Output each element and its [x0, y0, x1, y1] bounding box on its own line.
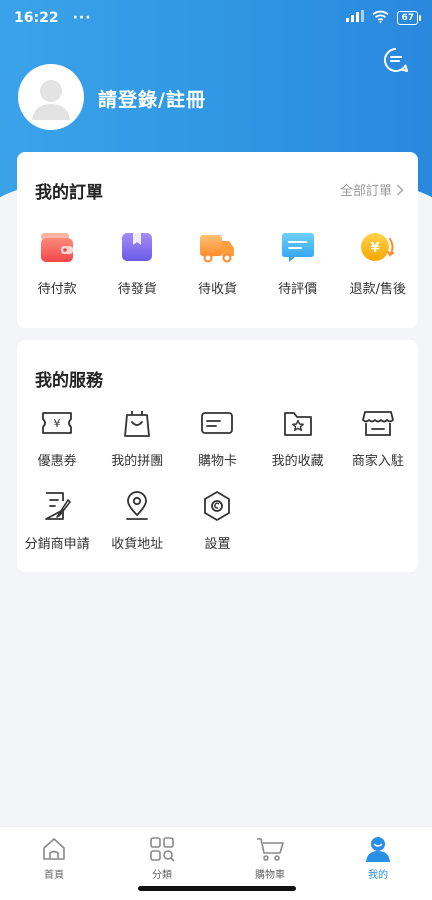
location-pin-icon [120, 489, 154, 523]
card-icon [200, 406, 234, 440]
service-distributor-apply[interactable]: 分銷商申請 [17, 489, 97, 552]
service-merchant-join[interactable]: 商家入駐 [338, 406, 418, 469]
user-placeholder-icon [32, 80, 70, 120]
tab-label: 分類 [152, 870, 172, 881]
category-icon [148, 835, 176, 863]
service-label: 我的收藏 [271, 454, 324, 469]
order-label: 退款/售後 [349, 282, 407, 297]
comment-icon [279, 228, 317, 266]
service-group-buy[interactable]: 我的拼團 [97, 406, 177, 469]
status-bar: 16:22 ··· 67 [0, 0, 432, 36]
truck-icon [198, 228, 236, 266]
coupon-icon: ¥ [40, 406, 74, 440]
battery-icon: 67 [397, 11, 421, 25]
wallet-icon [38, 228, 76, 266]
message-icon [384, 47, 408, 72]
service-label: 購物卡 [197, 454, 237, 469]
star-folder-icon [281, 406, 315, 440]
services-title: 我的服務 [35, 371, 103, 391]
tab-label: 首頁 [44, 870, 64, 881]
login-register-link[interactable]: 請登錄/註冊 [98, 85, 206, 112]
tab-home[interactable]: 首頁 [0, 827, 108, 900]
home-indicator[interactable] [138, 886, 296, 891]
service-settings[interactable]: 設置 [177, 489, 257, 552]
services-card: 我的服務 ¥ 優惠券 我的拼團 購物卡 我的收藏 商家入駐 分銷商申請 收貨地址… [17, 340, 418, 572]
shopping-bag-icon [120, 406, 154, 440]
order-label: 待發貨 [117, 282, 157, 297]
order-refund[interactable]: ¥ 退款/售後 [338, 228, 418, 297]
application-form-icon [40, 489, 74, 523]
service-address[interactable]: 收貨地址 [97, 489, 177, 552]
chevron-right-icon [396, 183, 404, 196]
tab-label: 我的 [368, 870, 388, 881]
service-favorites[interactable]: 我的收藏 [258, 406, 338, 469]
service-label: 商家入駐 [351, 454, 404, 469]
profile-icon [364, 835, 392, 863]
service-coupon[interactable]: ¥ 優惠券 [17, 406, 97, 469]
service-label: 收貨地址 [111, 537, 164, 552]
refund-coin-icon: ¥ [359, 228, 397, 266]
orders-title: 我的訂單 [35, 183, 103, 203]
order-label: 待收貨 [197, 282, 237, 297]
order-pending-review[interactable]: 待評價 [258, 228, 338, 297]
message-button[interactable] [380, 44, 412, 76]
order-label: 待付款 [37, 282, 77, 297]
service-label: 分銷商申請 [24, 537, 90, 552]
tab-profile[interactable]: 我的 [324, 827, 432, 900]
store-icon [361, 406, 395, 440]
status-dots: ··· [72, 10, 92, 26]
order-pending-shipment[interactable]: 待發貨 [97, 228, 177, 297]
svg-text:¥: ¥ [370, 241, 379, 256]
package-icon [118, 228, 156, 266]
service-gift-card[interactable]: 購物卡 [177, 406, 257, 469]
svg-text:¥: ¥ [54, 417, 61, 430]
service-label: 優惠券 [37, 454, 77, 469]
status-time: 16:22 [14, 10, 59, 26]
all-orders-label: 全部訂單 [339, 184, 392, 199]
tab-label: 購物車 [255, 870, 285, 881]
all-orders-link[interactable]: 全部訂單 [340, 180, 404, 199]
wifi-icon [372, 10, 390, 27]
orders-card: 我的訂單 全部訂單 待付款 待發貨 待收貨 待評價 ¥ 退款/售後 [17, 152, 418, 328]
home-icon [40, 835, 68, 863]
settings-icon [200, 489, 234, 523]
order-label: 待評價 [278, 282, 318, 297]
cart-icon [256, 835, 284, 863]
service-label: 我的拼團 [111, 454, 164, 469]
service-label: 設置 [204, 537, 231, 552]
signal-icon [346, 10, 365, 26]
order-pending-payment[interactable]: 待付款 [17, 228, 97, 297]
avatar[interactable] [18, 64, 84, 130]
order-pending-receipt[interactable]: 待收貨 [177, 228, 257, 297]
